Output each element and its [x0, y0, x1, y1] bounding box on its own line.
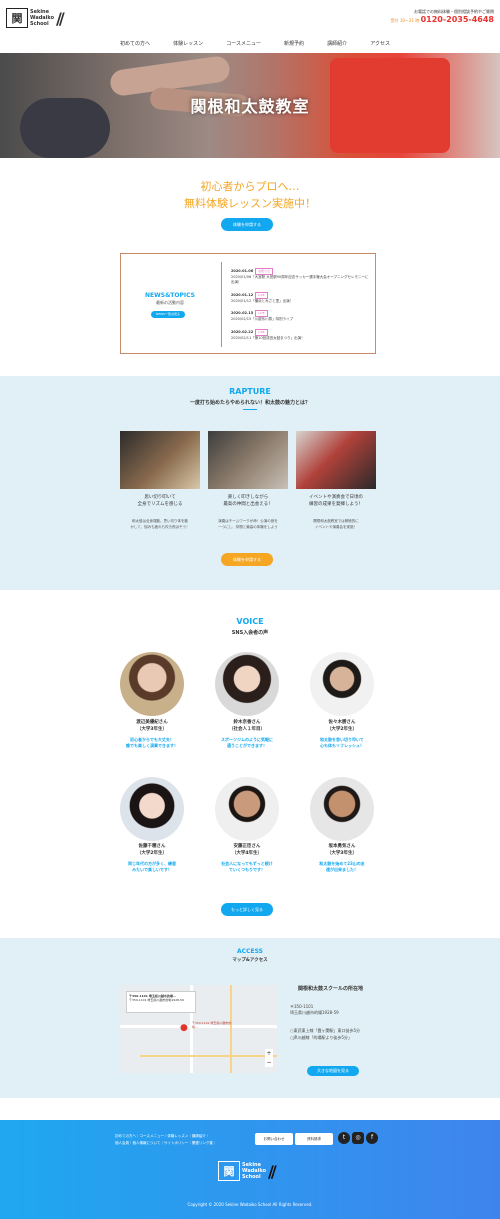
logo-text: Sekine Wadaiko School	[30, 9, 55, 27]
large-map-button[interactable]: 大きな地図を見る	[307, 1066, 359, 1076]
avatar	[120, 777, 184, 841]
voice-name: 鈴木京香さん （社会人１年目）	[229, 720, 265, 732]
voice-subtitle: SNS入会者の声	[231, 630, 269, 636]
nav-item-booking[interactable]: 新規予約	[284, 40, 304, 47]
intro-heading: 初心者からプロへ… 無料体験レッスン実施中！	[184, 180, 316, 210]
rapture-card-text: 関根和太鼓教室では積極的に イベントや演奏会を実施！	[313, 519, 359, 529]
header-contact: お電話での無料体験・個別相談予約やご質問 受付 10～21 時 0120-203…	[391, 9, 494, 24]
voice-quote: 社会人になってもずっと続け ていくつもりです！	[221, 861, 273, 872]
voice-title: VOICE	[236, 617, 264, 626]
hero-title: 関根和太鼓教室	[190, 97, 310, 116]
news-item[interactable]: 2020.02.22 LIVE 2020/02/11「第10回成田太鼓まつり」出演…	[231, 329, 371, 341]
news-divider	[221, 262, 222, 347]
news-list-button[interactable]: NEWS一覧お見る	[151, 311, 185, 318]
logo-mark: 関	[6, 8, 28, 28]
access-school-name: 関根和太鼓スクールの所在地	[298, 986, 364, 992]
rapture-photo-2	[208, 431, 288, 489]
news-item[interactable]: 2020.01.12 LIVE 2020/01/12「横浜とみさと里」出演！	[231, 292, 371, 304]
rapture-underline	[243, 409, 257, 410]
news-item[interactable]: 2020.02.15 LIVE 2020/02/15「川越氷川祭」特別ライブ	[231, 310, 371, 322]
access-address: 埼玉県川越市的場1928-59	[290, 1010, 339, 1015]
nav-item-access[interactable]: アクセス	[370, 40, 390, 47]
access-title: ACCESS	[237, 948, 263, 955]
map-pin-label: 〒350-1101 埼玉県川越市的場...	[192, 1021, 232, 1029]
contact-hours: 受付 10～21 時	[390, 18, 420, 23]
rapture-subtitle: 一度打ち始めたらやめられない！和太鼓の魅力とは？	[189, 400, 310, 406]
avatar	[310, 777, 374, 841]
voice-name: 渡辺美優紀さん （大学3年生）	[136, 720, 168, 732]
main-nav: 初めての方へ 体験レッスン コースメニュー 新規予約 講師紹介 アクセス	[120, 40, 390, 47]
rapture-photo-1	[120, 431, 200, 489]
facebook-icon[interactable]: f	[366, 1132, 378, 1144]
news-item[interactable]: 2020.01.06 お知らせ 2020/01/06「大宮駅 大宮駅90周年記念サ…	[231, 268, 371, 285]
google-map[interactable]: 〒350-1101 埼玉県川越市的場... 〒350-1101 埼玉県川越市的場…	[120, 985, 277, 1073]
phone-number[interactable]: 0120-2035-4648	[421, 15, 494, 24]
voice-quote: 同じ年代の方が多く、練習 みたいで楽しいです！	[128, 861, 176, 872]
voice-quote: 初心者からでも大丈夫！ 誰でも楽しく演奏できます！	[126, 737, 178, 748]
nav-item-trial[interactable]: 体験レッスン	[173, 40, 203, 47]
drumsticks-icon: //	[56, 8, 65, 28]
rapture-photo-3	[296, 431, 376, 489]
nav-item-instructors[interactable]: 講師紹介	[327, 40, 347, 47]
site-logo[interactable]: 関 Sekine Wadaiko School //	[6, 6, 70, 30]
news-panel: NEWS&TOPICS 最新の活動内容 NEWS一覧お見る 2020.01.06…	[120, 253, 376, 354]
rapture-card-heading: イベントや演奏会で日頃の 練習の成果を発揮しよう！	[309, 495, 363, 507]
avatar	[310, 652, 374, 716]
access-subtitle: マップ&アクセス	[232, 958, 268, 963]
avatar	[215, 777, 279, 841]
voice-name: 佐藤千穂さん （大学2年生）	[136, 844, 168, 856]
voice-quote: スポーツジムのように気軽に 通うことができます！	[221, 737, 273, 748]
voice-name: 佐々木勝さん （大学2年生）	[326, 720, 358, 732]
rapture-title: RAPTURE	[229, 387, 271, 396]
news-subtitle: 最新の活動内容	[156, 300, 184, 305]
contact-button[interactable]: お問い合わせ	[255, 1133, 293, 1145]
twitter-icon[interactable]: t	[338, 1132, 350, 1144]
voice-quote: 和太鼓を思い切り叩いて 心も体もリフレッシュ！	[320, 737, 364, 748]
voice-name: 安藤正臣さん （大学4年生）	[231, 844, 263, 856]
footer-logo[interactable]: 関 Sekine Wadaiko School //	[218, 1161, 277, 1181]
voice-more-button[interactable]: もっと詳しく見る	[221, 903, 273, 916]
request-docs-button[interactable]: 資料請求	[295, 1133, 333, 1145]
nav-item-courses[interactable]: コースメニュー	[226, 40, 261, 47]
voice-name: 坂本勇気さん （大学3年生）	[326, 844, 358, 856]
map-zoom-controls[interactable]: + −	[265, 1049, 273, 1067]
news-title: NEWS&TOPICS	[145, 292, 195, 299]
copyright: Copyright © 2020 Sekine Wadaiko School A…	[187, 1202, 313, 1207]
access-route-1: ○東武東上線「霞ヶ関駅」東口徒歩5分	[290, 1028, 361, 1033]
avatar	[120, 652, 184, 716]
access-route-2: ○JR川越線「的場駅より徒歩5分」	[290, 1035, 352, 1040]
instagram-icon[interactable]: ◎	[352, 1132, 364, 1144]
avatar	[215, 652, 279, 716]
map-info-card[interactable]: 〒350-1101 埼玉県川越市的場... 〒350-1101 埼玉県川越市的場…	[126, 991, 196, 1013]
rapture-apply-button[interactable]: 体験を申請する	[221, 553, 273, 566]
footer-links[interactable]: 初めての方へ｜コースメニュー｜体験レッスン｜講師紹介｜ 個人会員｜個人情報につい…	[115, 1133, 255, 1147]
trial-apply-button[interactable]: 体験を申請する	[221, 218, 273, 231]
voice-quote: 和太鼓を始めて23山の友 達が出来ました！	[319, 861, 365, 872]
nav-item-first-time[interactable]: 初めての方へ	[120, 40, 150, 47]
map-pin-icon[interactable]: ●	[180, 1023, 188, 1033]
drumsticks-icon: //	[268, 1161, 277, 1181]
